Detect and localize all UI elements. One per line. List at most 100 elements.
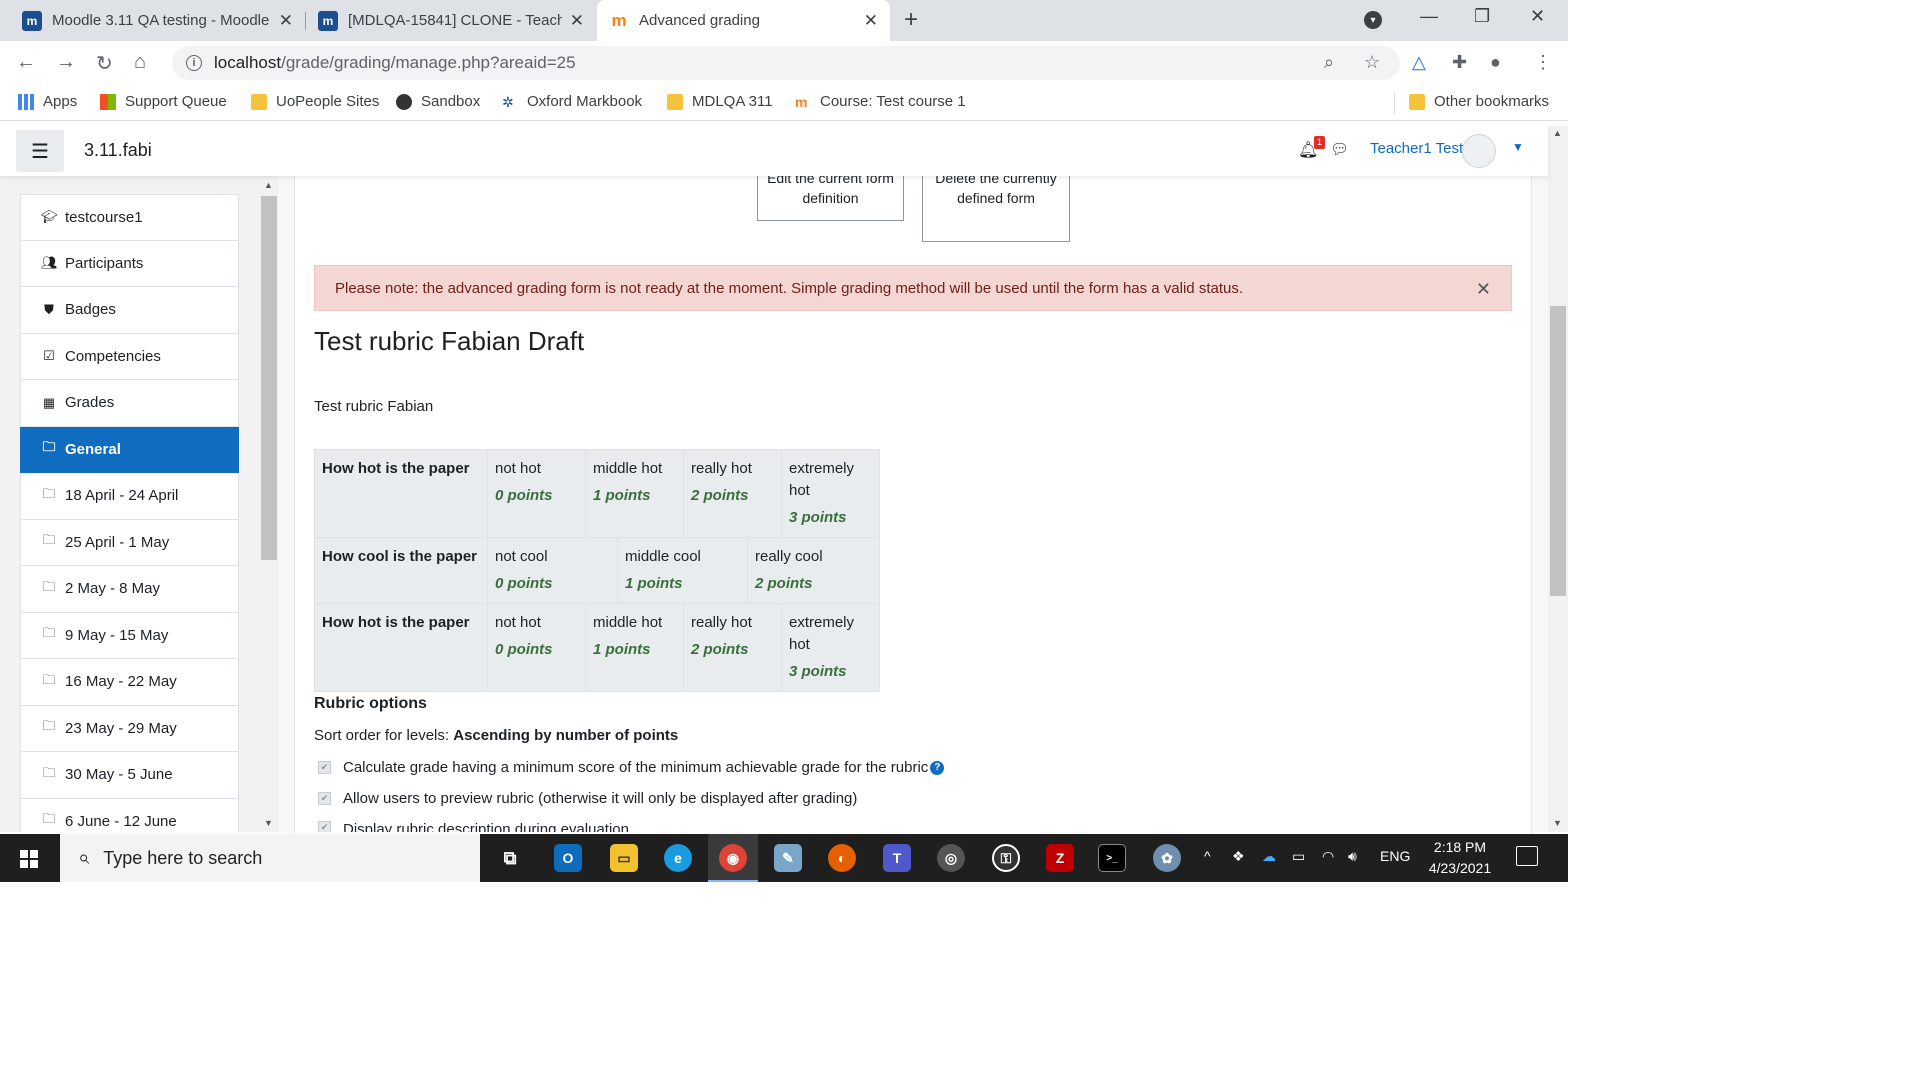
chevron-up-icon[interactable]: ^: [1204, 848, 1211, 864]
media-player-icon[interactable]: ◎: [937, 844, 965, 872]
notes-icon[interactable]: ✎: [774, 844, 802, 872]
option-preview: ✔ Allow users to preview rubric (otherwi…: [318, 790, 857, 807]
close-tab-icon[interactable]: ✕: [864, 11, 878, 31]
drawer-item[interactable]: 🗀 General: [20, 426, 239, 473]
task-view-icon[interactable]: ⧉: [496, 844, 524, 872]
drawer-list: 🎓︎ testcourse1 👥︎ Participants ⛊ Badges ☑ Compe…: [20, 194, 239, 832]
browser-tab[interactable]: m Moodle 3.11 QA testing - Moodle ✕: [10, 0, 305, 41]
new-tab-icon[interactable]: +: [904, 6, 918, 34]
level-points: 1 points: [593, 641, 651, 658]
drawer-item[interactable]: 🗀 30 May - 5 June: [20, 752, 239, 799]
battery-icon[interactable]: ▭: [1292, 848, 1305, 865]
bookmark-label: Apps: [43, 93, 78, 110]
drawer-item[interactable]: 🗀 2 May - 8 May: [20, 566, 239, 613]
taskbar-search-box[interactable]: ⌕ Type here to search: [60, 834, 480, 882]
extension-drive-icon[interactable]: △: [1412, 52, 1426, 73]
action-center-icon[interactable]: [1516, 846, 1538, 866]
language-indicator[interactable]: ENG: [1380, 848, 1410, 864]
minimize-icon[interactable]: —: [1420, 6, 1438, 27]
drawer-toggle-button[interactable]: ☰: [16, 130, 64, 172]
home-icon[interactable]: ⌂: [134, 51, 146, 74]
wifi-icon[interactable]: ◠: [1322, 848, 1334, 865]
close-tab-icon[interactable]: ✕: [279, 11, 293, 31]
profile-icon[interactable]: ●: [1490, 52, 1501, 73]
bookmark-support-queue[interactable]: Support Queue: [100, 93, 227, 110]
bookmark-mdlqa-311[interactable]: MDLQA 311: [667, 93, 773, 110]
paint-icon[interactable]: ✿: [1153, 844, 1181, 872]
file-explorer-icon[interactable]: ▭: [610, 844, 638, 872]
checkbox[interactable]: ✔: [318, 761, 331, 774]
edge-icon[interactable]: e: [664, 844, 692, 872]
drawer-item[interactable]: 👥︎ Participants: [20, 240, 239, 287]
bookmark-oxford-markbook[interactable]: ✲ Oxford Markbook: [502, 93, 642, 110]
drawer-item[interactable]: 🗀 6 June - 12 June: [20, 798, 239, 832]
address-bar[interactable]: i localhost/grade/grading/manage.php?are…: [172, 46, 1400, 80]
windows-taskbar: ⌕ Type here to search ⧉ O ▭ e ◉ ✎ ◐ T ◎ …: [0, 834, 1568, 882]
extensions-icon[interactable]: ✚: [1452, 52, 1467, 73]
drawer-item[interactable]: 🗀 18 April - 24 April: [20, 473, 239, 520]
window-close-icon[interactable]: ✕: [1530, 6, 1545, 27]
level-definition: middle hot: [593, 614, 663, 631]
bookmark-other[interactable]: Other bookmarks: [1409, 93, 1549, 110]
onedrive-icon[interactable]: ☁: [1262, 848, 1276, 865]
site-info-icon[interactable]: i: [186, 55, 202, 71]
drawer-scrollbar[interactable]: ▲ ▼: [260, 176, 278, 832]
terminal-icon[interactable]: >_: [1098, 844, 1126, 872]
avatar[interactable]: [1462, 134, 1496, 168]
drawer-item-label: General: [65, 440, 121, 458]
tab-search-icon[interactable]: ▾: [1364, 11, 1382, 29]
chevron-down-icon[interactable]: ▼: [1512, 140, 1524, 154]
checkbox[interactable]: ✔: [318, 792, 331, 805]
restore-icon[interactable]: ❐: [1474, 6, 1490, 27]
bookmark-apps[interactable]: Apps: [18, 93, 77, 110]
outlook-icon[interactable]: O: [554, 844, 582, 872]
drawer-item[interactable]: 🎓︎ testcourse1: [20, 194, 239, 241]
user-menu-name[interactable]: Teacher1 Test: [1370, 140, 1463, 157]
firefox-icon[interactable]: ◐: [828, 844, 856, 872]
forward-icon[interactable]: →: [56, 51, 76, 74]
drawer-item[interactable]: 🗀 25 April - 1 May: [20, 519, 239, 566]
scroll-up-icon[interactable]: ▲: [264, 180, 273, 190]
drawer-item[interactable]: 🗀 23 May - 29 May: [20, 705, 239, 752]
menu-icon[interactable]: ⋮: [1534, 52, 1552, 73]
filezilla-icon[interactable]: Z: [1046, 844, 1074, 872]
messages-icon[interactable]: 💬︎: [1330, 140, 1349, 158]
scroll-down-icon[interactable]: ▼: [1553, 818, 1562, 828]
zoom-icon[interactable]: ⌕: [1324, 52, 1334, 73]
drawer-item[interactable]: ⛊ Badges: [20, 287, 239, 334]
close-icon[interactable]: ✕: [1476, 279, 1491, 300]
scrollbar-thumb[interactable]: [1550, 306, 1566, 596]
bookmark-uopeople-sites[interactable]: UoPeople Sites: [251, 93, 379, 110]
folder-icon: 🗀: [42, 532, 56, 548]
chrome-icon[interactable]: ◉: [719, 844, 747, 872]
help-icon[interactable]: ?: [930, 760, 945, 775]
checkbox[interactable]: ✔: [318, 821, 331, 832]
taskbar-clock[interactable]: 2:18 PM 4/23/2021: [1418, 837, 1502, 879]
page-scrollbar[interactable]: ▲ ▼: [1548, 126, 1568, 832]
bookmark-star-icon[interactable]: ☆: [1364, 52, 1380, 73]
volume-icon[interactable]: 🔊︎: [1348, 848, 1357, 865]
moodle-icon: m: [22, 10, 42, 31]
drawer-item[interactable]: ☑ Competencies: [20, 333, 239, 380]
site-name[interactable]: 3.11.fabi: [84, 140, 152, 161]
scroll-up-icon[interactable]: ▲: [1553, 128, 1562, 138]
sort-label: Sort order for levels:: [314, 727, 450, 744]
rubric-level: not hot 0 points: [488, 450, 586, 537]
drawer-item[interactable]: 🗀 16 May - 22 May: [20, 659, 239, 706]
back-icon[interactable]: ←: [16, 51, 36, 74]
browser-tab[interactable]: m [MDLQA-15841] CLONE - Teacher ✕: [306, 0, 596, 41]
bookmark-sandbox[interactable]: Sandbox: [396, 93, 480, 110]
scrollbar-thumb[interactable]: [261, 196, 277, 560]
reload-icon[interactable]: ↻: [96, 51, 113, 76]
windows-start-icon[interactable]: [20, 850, 38, 868]
drawer-item[interactable]: ▦ Grades: [20, 380, 239, 427]
browser-tab-active[interactable]: m Advanced grading ✕: [597, 0, 890, 41]
drawer-item[interactable]: 🗀 9 May - 15 May: [20, 612, 239, 659]
dropbox-icon[interactable]: ❖: [1232, 848, 1245, 865]
option-min-score: ✔ Calculate grade having a minimum score…: [318, 759, 945, 776]
vpn-icon[interactable]: ⚿: [992, 844, 1020, 872]
bookmark-test-course[interactable]: m Course: Test course 1: [795, 93, 966, 110]
teams-icon[interactable]: T: [883, 844, 911, 872]
close-tab-icon[interactable]: ✕: [570, 11, 584, 31]
scroll-down-icon[interactable]: ▼: [264, 818, 273, 828]
